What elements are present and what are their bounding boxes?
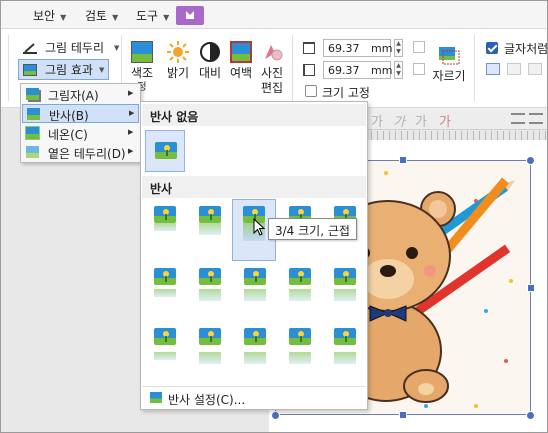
wrap-through-icon[interactable] [528,63,542,75]
picture-effects-icon [23,63,37,76]
contrast-button[interactable]: 대비 [197,41,223,81]
reflection-option[interactable] [281,324,315,364]
reflection-option[interactable] [326,264,360,302]
resize-handle-sw[interactable] [271,411,280,420]
addin-icon[interactable] [176,6,204,25]
tooltip: 3/4 크기, 근접 [268,218,357,240]
reflection-option[interactable] [191,324,225,364]
margin-button[interactable]: 여백 [227,41,255,81]
ribbon-separator [474,35,475,101]
text-wrap-checkbox[interactable] [486,42,498,54]
menu-item-shadow[interactable]: 그림자(A) ▶ [22,85,139,104]
color-adjust-icon [131,41,153,63]
reflection-submenu: 반사 없음 반사 반사 설정(C)... [140,101,368,410]
soft-edge-icon [26,146,39,158]
shadow-icon [26,88,39,100]
reflection-icon [27,108,40,120]
neon-icon [25,126,40,140]
resize-handle-e[interactable] [527,284,535,292]
photo-edit-icon [261,41,283,63]
italic-icon[interactable]: 가 [393,111,405,130]
section-reflection: 반사 [142,176,366,198]
mouse-cursor-icon [253,217,267,236]
height-spinner[interactable]: ▲ ▼ [394,61,403,79]
reflection-option[interactable] [326,324,360,364]
reflection-option[interactable] [191,264,225,302]
menu-item-neon[interactable]: 네온(C) ▶ [22,124,139,143]
resize-handle-ne[interactable] [526,156,535,165]
picture-effects-menu: 그림자(A) ▶ 반사(B) ▶ 네온(C) ▶ 옅은 테두리(D) ▶ [20,83,141,163]
width-icon [303,42,315,54]
picture-border-button[interactable]: 그림 테두리 ▼ [23,39,119,56]
font-color-icon[interactable]: 가 [439,111,451,130]
wrap-tight-icon[interactable] [507,63,521,75]
photo-edit-button[interactable]: 사진 편집 [259,41,285,96]
pen-icon [23,42,37,54]
reflection-option[interactable] [146,264,180,302]
section-no-reflection: 반사 없음 [142,104,366,126]
picture-effects-button[interactable]: 그림 효과 ▼ [18,59,110,80]
ribbon-separator [292,35,293,101]
reflection-option[interactable] [146,202,180,240]
reflection-option[interactable] [236,264,270,302]
width-spinner[interactable]: ▲ ▼ [394,39,403,57]
ribbon-separator [8,35,9,101]
lock-size-label: 크기 고정 [322,86,370,100]
reflection-option[interactable] [236,324,270,364]
menu-item-reflection[interactable]: 반사(B) ▶ [22,104,139,123]
menu-item-soft-edge[interactable]: 옅은 테두리(D) ▶ [22,143,139,162]
reflection-settings-item[interactable]: 반사 설정(C)... [142,386,366,408]
height-icon [303,64,315,76]
width-unit: mm [371,42,393,55]
resize-handle-s[interactable] [399,411,407,419]
contrast-icon [199,41,221,63]
reflection-option[interactable] [146,324,180,362]
margin-icon [230,41,252,63]
align-left-icon[interactable] [511,113,525,124]
wrap-square-icon[interactable] [486,63,500,75]
reflection-none[interactable] [145,130,185,172]
brightness-button[interactable]: 밝기 [164,41,192,81]
height-unit: mm [371,64,393,77]
ruler [371,131,547,140]
crop-icon [437,44,461,66]
menu-tools[interactable]: 도구 ▼ [136,7,169,24]
resize-handle-se[interactable] [526,411,535,420]
same-size-icon [413,63,425,75]
reflection-settings-icon [150,392,162,403]
align-justify-icon[interactable] [529,113,543,124]
menu-review[interactable]: 검토 ▼ [85,7,118,24]
menu-bar: 보안 ▼ 검토 ▼ 도구 ▼ [1,1,547,29]
lock-size-checkbox[interactable] [305,85,317,97]
strike-icon[interactable]: 가 [415,111,427,130]
reflection-option[interactable] [281,264,315,302]
reflection-option[interactable] [191,202,225,240]
font-size-increase-icon[interactable]: 가 [371,111,383,130]
resize-handle-n[interactable] [399,156,407,164]
text-wrap-label: 글자처럼 [504,42,548,56]
crop-button[interactable]: 자르기 [432,44,466,84]
sun-icon [167,41,189,63]
menu-security[interactable]: 보안 ▼ [33,7,66,24]
lock-size-icon [413,41,425,53]
